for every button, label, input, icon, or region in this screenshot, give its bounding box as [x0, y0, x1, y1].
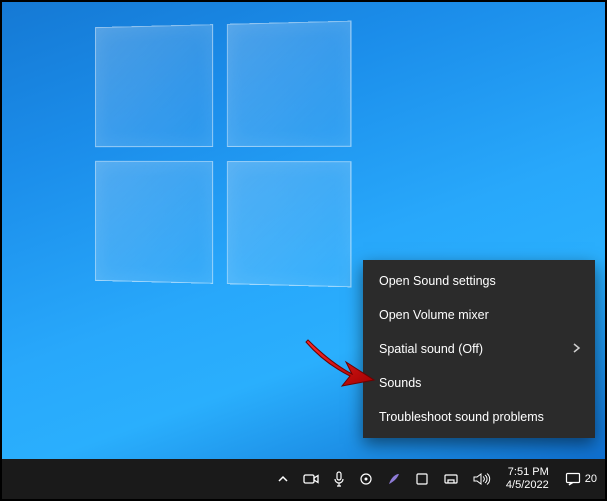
tray-app[interactable] [408, 459, 436, 499]
menu-item-label: Sounds [379, 376, 421, 390]
chevron-up-icon [277, 473, 289, 485]
chevron-right-icon [573, 342, 581, 356]
menu-item-label: Spatial sound (Off) [379, 342, 483, 356]
menu-item-open-volume-mixer[interactable]: Open Volume mixer [363, 298, 595, 332]
notification-count: 20 [585, 473, 597, 485]
tray-feather[interactable] [380, 459, 408, 499]
box-icon [415, 472, 429, 486]
tray-overflow-chevron[interactable] [270, 459, 296, 499]
tray-meet-now[interactable] [296, 459, 326, 499]
menu-item-label: Troubleshoot sound problems [379, 410, 544, 424]
tray-microphone[interactable] [326, 459, 352, 499]
feather-icon [387, 472, 401, 486]
system-tray: 7:51 PM 4/5/2022 20 [270, 459, 605, 499]
tray-location[interactable] [352, 459, 380, 499]
taskbar: 7:51 PM 4/5/2022 20 [2, 459, 605, 499]
action-center-button[interactable]: 20 [557, 459, 605, 499]
menu-item-sounds[interactable]: Sounds [363, 366, 595, 400]
location-icon [359, 472, 373, 486]
clock-time: 7:51 PM [508, 466, 549, 479]
taskbar-clock[interactable]: 7:51 PM 4/5/2022 [498, 459, 557, 499]
microphone-icon [333, 471, 345, 487]
menu-item-spatial-sound[interactable]: Spatial sound (Off) [363, 332, 595, 366]
menu-item-label: Open Volume mixer [379, 308, 489, 322]
tray-volume[interactable] [466, 459, 498, 499]
desktop-background[interactable]: Open Sound settings Open Volume mixer Sp… [2, 2, 605, 459]
sound-context-menu: Open Sound settings Open Volume mixer Sp… [363, 260, 595, 438]
windows-logo [95, 21, 351, 288]
ethernet-icon [443, 472, 459, 486]
notification-icon [565, 472, 581, 486]
tray-network[interactable] [436, 459, 466, 499]
menu-item-troubleshoot-sound[interactable]: Troubleshoot sound problems [363, 400, 595, 434]
clock-date: 4/5/2022 [506, 479, 549, 492]
camera-icon [303, 472, 319, 486]
menu-item-label: Open Sound settings [379, 274, 496, 288]
menu-item-open-sound-settings[interactable]: Open Sound settings [363, 264, 595, 298]
speaker-icon [473, 472, 491, 486]
